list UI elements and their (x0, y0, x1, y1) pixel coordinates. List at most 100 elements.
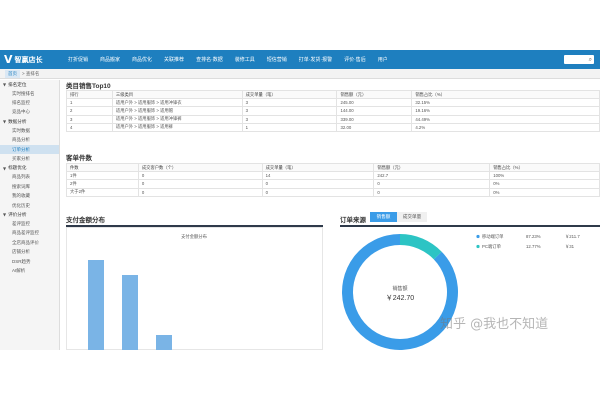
tab-sales-amount[interactable]: 销售额 (370, 212, 397, 222)
column-header[interactable]: 件数 (66, 162, 139, 173)
column-header[interactable]: 成交单量（笔） (241, 89, 338, 100)
bottom-blank-area (0, 350, 600, 400)
sidebar-item[interactable]: 商品列表 (0, 173, 59, 182)
legend-name: PC端订单 (482, 243, 502, 250)
nav-item[interactable]: 用户 (372, 50, 394, 69)
sidebar-item[interactable]: 订单分析 (0, 144, 59, 155)
bar-mark[interactable] (122, 275, 138, 350)
table-cell: 339.00 (336, 114, 413, 124)
table-row: 大于2件 0 0 0 0% (66, 187, 600, 197)
sidebar-item[interactable]: 商品分析 (0, 136, 59, 145)
nav-item[interactable]: 短信营销 (261, 50, 293, 69)
table-cell: 0% (489, 179, 600, 189)
bar-mark[interactable] (88, 260, 104, 350)
table-cell: 1 (241, 122, 338, 132)
table-cell: 4.2% (411, 122, 600, 132)
column-header[interactable]: 销售占比（%） (489, 162, 600, 173)
caret-down-icon: ▼ (3, 119, 7, 125)
sidebar-item[interactable]: 优化历史 (0, 201, 59, 210)
table-cell: 3 (241, 98, 338, 108)
logo-v-icon: V (4, 53, 13, 66)
column-header[interactable]: 销售额（元） (373, 162, 491, 173)
sidebar-item[interactable]: 实时数据 (0, 126, 59, 135)
nav-item[interactable]: 打折促销 (62, 50, 94, 69)
table-cell: 14 (261, 171, 375, 181)
table-cell: 3 (241, 106, 338, 116)
breadcrumb-home[interactable]: 首页 (5, 69, 20, 78)
table-cell: 44.49% (411, 114, 600, 124)
tab-order-count[interactable]: 成交单量 (397, 212, 427, 222)
donut-center-value: ￥242.70 (386, 294, 415, 302)
table-row: 2件 0 0 0 0% (66, 179, 600, 189)
legend-pct: 87.23% (526, 234, 541, 239)
breadcrumb-current: > 查排名 (22, 70, 40, 76)
table-cell: 3 (241, 114, 338, 124)
sidebar-item[interactable]: 竞品中心 (0, 108, 59, 117)
sidebar-item[interactable]: 差评监控 (0, 219, 59, 228)
sidebar-group[interactable]: ▼ 标题优化 (0, 164, 59, 173)
column-header[interactable]: 销售占比（%） (411, 89, 600, 100)
sidebar-group-label: 评价分析 (8, 211, 27, 217)
chart-title: 支付金额分布 (181, 233, 207, 240)
sidebar-item[interactable]: 搜索词库 (0, 182, 59, 191)
sidebar-group[interactable]: ▼ 数据分析 (0, 117, 59, 126)
chart-frame (66, 227, 323, 350)
column-header[interactable]: 排行 (66, 89, 113, 100)
table-cell: 0 (137, 179, 263, 189)
nav-item[interactable]: 打单·发货·报警 (293, 50, 338, 69)
logo-text: 智赢店长 (14, 56, 43, 64)
table-cell: 32.00 (336, 122, 413, 132)
legend-value: ￥211.7 (565, 234, 580, 239)
table-cell: 0 (373, 179, 491, 189)
main-nav: 打折促销 商品搬家 商品优化 关联推荐 查排名·数据 装修工具 短信营销 打单·发货·报警 评价… (62, 50, 394, 69)
table-cell: 2 (66, 106, 113, 116)
sidebar-item[interactable]: 全店商品评价 (0, 238, 59, 247)
sidebar-group[interactable]: ▼ 评价分析 (0, 210, 59, 219)
column-header[interactable]: 三级类目 (111, 89, 243, 100)
nav-item[interactable]: 商品优化 (126, 50, 158, 69)
sidebar-item[interactable]: 排名监控 (0, 98, 59, 107)
top-navigation-bar: V 智赢店长 打折促销 商品搬家 商品优化 关联推荐 查排名·数据 装修工具 短信营销 打单·… (0, 50, 600, 69)
nav-item[interactable]: 商品搬家 (94, 50, 126, 69)
pay-dist-chart: 支付金额分布 (66, 227, 323, 350)
table-cell: 32.15% (411, 98, 600, 108)
table-cell: 大于2件 (66, 187, 139, 197)
sidebar-item[interactable]: 店铺分析 (0, 247, 59, 256)
table-cell: 适用户外 > 适用服饰 > 适用帽 (111, 106, 243, 116)
table-cell: 适用户外 > 适用服饰 > 适用冲锋裤 (111, 114, 243, 124)
pay-dist-title: 支付金额分布 (66, 217, 105, 224)
table-header-row: 排行 三级类目 成交单量（笔） 销售额（元） 销售占比（%） (66, 89, 600, 100)
order-source-title: 订单来源 (340, 217, 366, 224)
bar-mark[interactable] (156, 335, 172, 350)
legend-dot (476, 244, 480, 249)
donut-slice[interactable] (400, 234, 442, 260)
nav-item[interactable]: 装修工具 (229, 50, 261, 69)
legend-name: 移动端订单 (482, 233, 504, 240)
sidebar-item[interactable]: 买家分析 (0, 154, 59, 163)
app-logo[interactable]: V 智赢店长 (0, 53, 62, 66)
top10-title: 类目销售Top10 (66, 83, 111, 90)
caret-down-icon: ▼ (3, 212, 7, 218)
sidebar-item[interactable]: AI解析 (0, 266, 59, 275)
nav-item[interactable]: 关联推荐 (158, 50, 190, 69)
column-header[interactable]: 成交单量（笔） (261, 162, 375, 173)
column-header[interactable]: 成交客户数（个） (137, 162, 263, 173)
nav-item[interactable]: 查排名·数据 (190, 50, 229, 69)
sidebar-group[interactable]: ▼ 排名定位 (0, 80, 59, 89)
table-cell: 2件 (66, 179, 139, 189)
search-icon: ⌕ (588, 55, 592, 63)
search-input[interactable]: ⌕ (564, 55, 594, 64)
sidebar-item[interactable]: 实时搜排名 (0, 89, 59, 98)
table-cell: 0 (137, 171, 263, 181)
caret-down-icon: ▼ (3, 82, 7, 87)
table-row: 2 适用户外 > 适用服饰 > 适用帽 3 144.00 19.16% (66, 106, 600, 116)
sidebar-item[interactable]: DSR趋势 (0, 257, 59, 266)
table-header-row: 件数 成交客户数（个） 成交单量（笔） 销售额（元） 销售占比（%） (66, 162, 600, 173)
nav-item[interactable]: 评价·售后 (338, 50, 372, 69)
table-cell: 3 (66, 114, 113, 124)
column-header[interactable]: 销售额（元） (336, 89, 413, 100)
table-cell: 100% (489, 171, 600, 181)
breadcrumb: 首页 > 查排名 (0, 69, 600, 79)
sidebar-item[interactable]: 我的收藏 (0, 192, 59, 201)
sidebar-item[interactable]: 商品差评监控 (0, 229, 59, 238)
